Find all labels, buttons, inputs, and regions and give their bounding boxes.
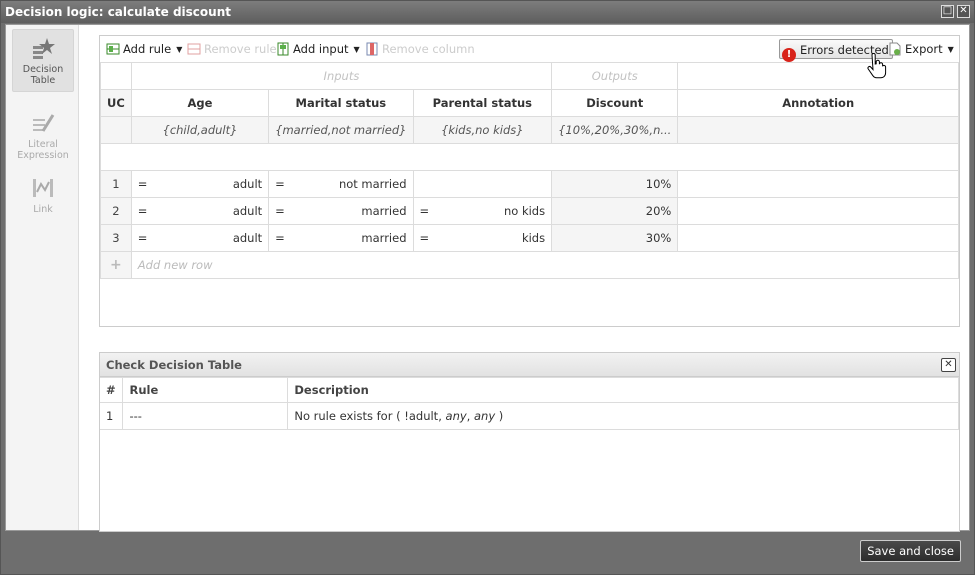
check-row-description: No rule exists for ( !adult, any, any ) [287, 402, 959, 430]
add-rule-button[interactable]: Add rule ▼ [106, 39, 182, 59]
rule-number[interactable]: 3 [100, 224, 132, 252]
remove-column-icon [366, 42, 378, 56]
table-row: 2 = adult = married = no kids 20% [100, 197, 959, 225]
add-new-row[interactable]: + Add new row [100, 251, 960, 279]
sidebar: Decision Table Literal Expression Link [6, 25, 79, 530]
cell-annotation[interactable] [677, 170, 959, 198]
hand-cursor-icon [867, 53, 887, 79]
cell-parental-status[interactable] [412, 170, 553, 198]
table-row: 1 = adult = not married 10% [100, 170, 959, 198]
header-age[interactable]: Age [130, 89, 270, 117]
dialog-window: Decision logic: calculate discount □ ✕ D… [0, 0, 975, 575]
add-rule-icon [106, 43, 120, 55]
close-icon[interactable]: ✕ [957, 5, 970, 18]
check-panel-title: Check Decision Table [106, 358, 242, 372]
close-icon[interactable]: ✕ [941, 358, 956, 372]
cell-age[interactable]: = adult [130, 224, 270, 252]
check-panel-header: Check Decision Table ✕ [100, 353, 959, 377]
table-row: 3 = adult = married = kids 30% [100, 224, 959, 252]
save-and-close-button[interactable]: Save and close [860, 540, 961, 562]
annotation-group-spacer [677, 62, 959, 90]
type-discount[interactable]: {10%,20%,30%,n... [551, 116, 679, 144]
check-row-number: 1 [100, 402, 124, 430]
remove-rule-icon [187, 43, 201, 55]
header-annotation[interactable]: Annotation [677, 89, 959, 117]
error-icon: ! [782, 48, 796, 62]
rule-number[interactable]: 2 [100, 197, 132, 225]
remove-column-button[interactable]: Remove column [365, 39, 475, 59]
cell-marital-status[interactable]: = not married [268, 170, 414, 198]
sidebar-item-decision-table[interactable]: Decision Table [12, 29, 74, 92]
cell-age[interactable]: = adult [130, 197, 270, 225]
cell-discount[interactable]: 10% [551, 170, 679, 198]
header-parental-status[interactable]: Parental status [412, 89, 553, 117]
chevron-down-icon: ▼ [947, 45, 954, 54]
type-parental-status[interactable]: {kids,no kids} [412, 116, 553, 144]
uc-group-spacer [100, 62, 132, 90]
cell-marital-status[interactable]: = married [268, 197, 414, 225]
check-decision-table-panel: Check Decision Table ✕ # Rule Descriptio… [99, 352, 960, 532]
table-row[interactable]: 1 --- No rule exists for ( !adult, any, … [100, 402, 959, 430]
sidebar-item-label: Link [33, 204, 53, 215]
title-bar: Decision logic: calculate discount □ ✕ [1, 1, 974, 23]
cell-parental-status[interactable]: = kids [412, 224, 553, 252]
cell-annotation[interactable] [677, 224, 959, 252]
type-marital-status[interactable]: {married,not married} [268, 116, 414, 144]
cell-discount[interactable]: 30% [551, 224, 679, 252]
add-new-row-label[interactable]: Add new row [130, 251, 960, 279]
chevron-down-icon: ▼ [176, 45, 183, 54]
check-header-description: Description [287, 377, 959, 403]
add-input-icon [277, 42, 289, 56]
add-row-icon[interactable]: + [100, 251, 132, 279]
decision-table-editor: Add rule ▼ Remove rule Add input ▼ Remove … [99, 35, 960, 327]
remove-rule-button[interactable]: Remove rule [187, 39, 277, 59]
header-marital-status[interactable]: Marital status [268, 89, 414, 117]
toolbar: Add rule ▼ Remove rule Add input ▼ Remove … [100, 36, 959, 63]
header-discount[interactable]: Discount [551, 89, 679, 117]
dialog-content: Decision Table Literal Expression Link A… [5, 24, 970, 532]
check-results-table: # Rule Description 1 --- No rule exists … [100, 377, 959, 430]
export-button[interactable]: Export ▼ [888, 39, 954, 59]
sidebar-item-link[interactable]: Link [12, 170, 74, 215]
decision-table-icon [33, 38, 55, 59]
type-annotation [677, 116, 959, 144]
maximize-icon[interactable]: □ [941, 5, 954, 18]
cell-marital-status[interactable]: = married [268, 224, 414, 252]
header-uc[interactable]: UC [100, 89, 132, 117]
check-row-rule: --- [122, 402, 289, 430]
type-age[interactable]: {child,adult} [130, 116, 270, 144]
cell-parental-status[interactable]: = no kids [412, 197, 553, 225]
check-header-rule: Rule [122, 377, 289, 403]
table-gap [100, 143, 959, 171]
literal-expression-icon [33, 114, 55, 132]
cell-annotation[interactable] [677, 197, 959, 225]
decision-table: Inputs Outputs UC Age Marital status Par… [100, 62, 960, 279]
outputs-group-label: Outputs [551, 62, 679, 90]
sidebar-item-literal-expression[interactable]: Literal Expression [12, 105, 74, 161]
sidebar-item-label: Decision Table [22, 64, 64, 86]
add-input-button[interactable]: Add input ▼ [276, 39, 360, 59]
export-icon [889, 42, 901, 56]
rule-number[interactable]: 1 [100, 170, 132, 198]
cell-discount[interactable]: 20% [551, 197, 679, 225]
sidebar-item-label: Literal Expression [17, 139, 69, 161]
check-header-number: # [100, 377, 124, 403]
link-icon [33, 179, 53, 197]
cell-age[interactable]: = adult [130, 170, 270, 198]
types-uc [100, 116, 132, 144]
window-title: Decision logic: calculate discount [5, 5, 231, 19]
chevron-down-icon: ▼ [353, 45, 360, 54]
inputs-group-label: Inputs [130, 62, 553, 90]
